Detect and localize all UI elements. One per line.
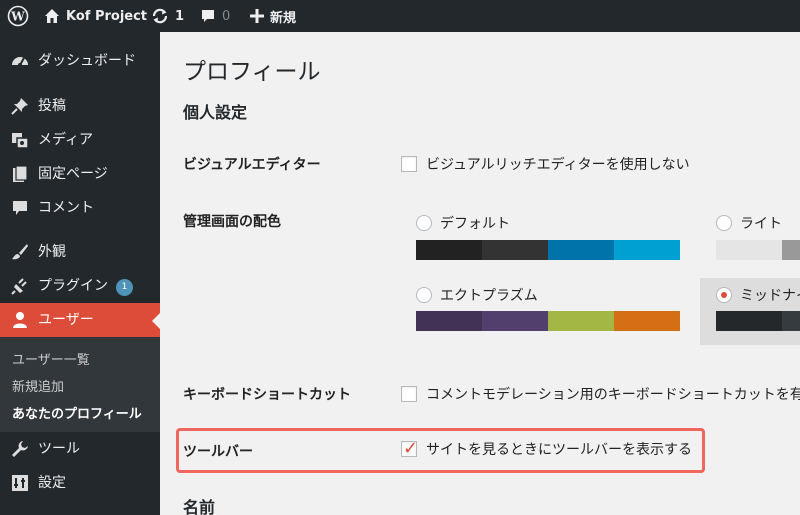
keyboard-shortcuts-checkbox[interactable] <box>401 386 417 402</box>
swatch-color <box>482 311 548 331</box>
sidebar-item-label: ユーザー <box>38 312 94 328</box>
sidebar-item-users[interactable]: ユーザー <box>0 303 160 337</box>
updates-count: 1 <box>175 8 185 24</box>
plus-icon <box>250 9 264 23</box>
scheme-swatch-ectoplasm[interactable] <box>416 311 680 331</box>
submenu-item-your-profile[interactable]: あなたのプロフィール <box>12 403 142 422</box>
scheme-name-light[interactable]: ライト <box>740 213 782 233</box>
home-icon <box>45 9 59 23</box>
scheme-radio-light[interactable] <box>716 215 732 231</box>
swatch-color <box>782 240 800 260</box>
sidebar-item-dashboard[interactable]: ダッシュボード <box>0 44 160 78</box>
admin-bar: W Kof Project 1 0 新規 <box>0 0 800 32</box>
submenu-item-add-new[interactable]: 新規追加 <box>12 376 64 395</box>
submenu-item-all-users[interactable]: ユーザー一覧 <box>12 349 90 368</box>
checkmark-icon: ✓ <box>403 438 419 459</box>
sidebar-item-posts[interactable]: 投稿 <box>0 89 160 123</box>
visual-editor-option-label[interactable]: ビジュアルリッチエディターを使用しない <box>426 154 690 174</box>
sidebar-item-label: ダッシュボード <box>38 53 136 69</box>
wordpress-logo-icon[interactable]: W <box>7 0 29 32</box>
site-name-link[interactable]: Kof Project <box>44 0 147 32</box>
page-icon <box>13 165 28 182</box>
comments-link[interactable]: 0 <box>200 0 230 32</box>
swatch-color <box>782 311 800 331</box>
color-scheme-label: 管理画面の配色 <box>183 214 281 230</box>
comments-count: 0 <box>222 8 231 24</box>
svg-text:W: W <box>10 10 25 24</box>
media-icon <box>12 133 29 149</box>
scheme-radio-default[interactable] <box>416 215 432 231</box>
scheme-name-midnight[interactable]: ミッドナイ <box>740 285 800 305</box>
sidebar-item-label: 固定ページ <box>38 166 108 182</box>
plugin-update-badge: 1 <box>116 279 133 296</box>
dashboard-icon <box>12 57 28 67</box>
sidebar-item-label: 投稿 <box>38 98 66 114</box>
sidebar-item-media[interactable]: メディア <box>0 123 160 157</box>
swatch-color <box>716 240 782 260</box>
pin-icon <box>11 98 28 115</box>
visual-editor-label: ビジュアルエディター <box>183 157 321 173</box>
page-title: プロフィール <box>183 59 321 85</box>
admin-sidebar: ダッシュボード 投稿 メディア 固定ページ コメント 外観 プラグイン 1 ユーザ… <box>0 32 160 515</box>
visual-editor-checkbox[interactable] <box>401 156 417 172</box>
keyboard-shortcuts-option-label[interactable]: コメントモデレーション用のキーボードショートカットを有 <box>426 384 800 404</box>
swatch-color <box>614 240 680 260</box>
settings-icon <box>12 475 28 491</box>
section-title-personal: 個人設定 <box>183 103 248 122</box>
sidebar-item-appearance[interactable]: 外観 <box>0 235 160 269</box>
sidebar-item-plugins[interactable]: プラグイン 1 <box>0 269 160 303</box>
swatch-color <box>548 311 614 331</box>
section-title-name: 名前 <box>183 498 216 515</box>
toolbar-label: ツールバー <box>183 444 253 460</box>
comment-icon <box>13 201 27 215</box>
toolbar-option-label[interactable]: サイトを見るときにツールバーを表示する <box>426 439 692 459</box>
swatch-color <box>416 311 482 331</box>
scheme-swatch-default[interactable] <box>416 240 680 260</box>
scheme-name-default[interactable]: デフォルト <box>440 213 510 233</box>
scheme-radio-midnight[interactable] <box>716 287 732 303</box>
sidebar-item-label: 設定 <box>38 475 66 491</box>
sidebar-item-comments[interactable]: コメント <box>0 191 160 225</box>
scheme-radio-ectoplasm[interactable] <box>416 287 432 303</box>
swatch-color <box>716 311 782 331</box>
scheme-swatch-midnight[interactable] <box>716 311 800 331</box>
sidebar-item-tools[interactable]: ツール <box>0 432 160 466</box>
refresh-icon <box>152 8 168 24</box>
new-label: 新規 <box>270 10 297 26</box>
swatch-color <box>416 240 482 260</box>
sidebar-item-label: コメント <box>38 200 94 216</box>
site-name: Kof Project <box>66 8 148 24</box>
updates-link[interactable]: 1 <box>151 0 184 32</box>
sidebar-item-label: メディア <box>38 132 94 148</box>
scheme-name-ectoplasm[interactable]: エクトプラズム <box>440 285 538 305</box>
toolbar-checkbox[interactable]: ✓ <box>401 438 419 459</box>
swatch-color <box>614 311 680 331</box>
brush-icon <box>12 244 28 260</box>
sidebar-item-settings[interactable]: 設定 <box>0 466 160 500</box>
sidebar-item-pages[interactable]: 固定ページ <box>0 157 160 191</box>
plugin-icon <box>11 278 27 295</box>
sidebar-item-label: ツール <box>38 441 80 457</box>
sidebar-item-label: プラグイン <box>38 278 108 294</box>
swatch-color <box>548 240 614 260</box>
keyboard-shortcuts-label: キーボードショートカット <box>183 387 351 403</box>
users-submenu: ユーザー一覧 新規追加 あなたのプロフィール <box>0 337 160 432</box>
scheme-swatch-light[interactable] <box>716 240 800 260</box>
swatch-color <box>482 240 548 260</box>
sidebar-item-label: 外観 <box>38 244 66 260</box>
new-content-link[interactable]: 新規 <box>250 0 296 32</box>
user-icon <box>13 312 27 328</box>
comment-bubble-icon <box>202 10 214 22</box>
wrench-icon <box>12 441 28 457</box>
